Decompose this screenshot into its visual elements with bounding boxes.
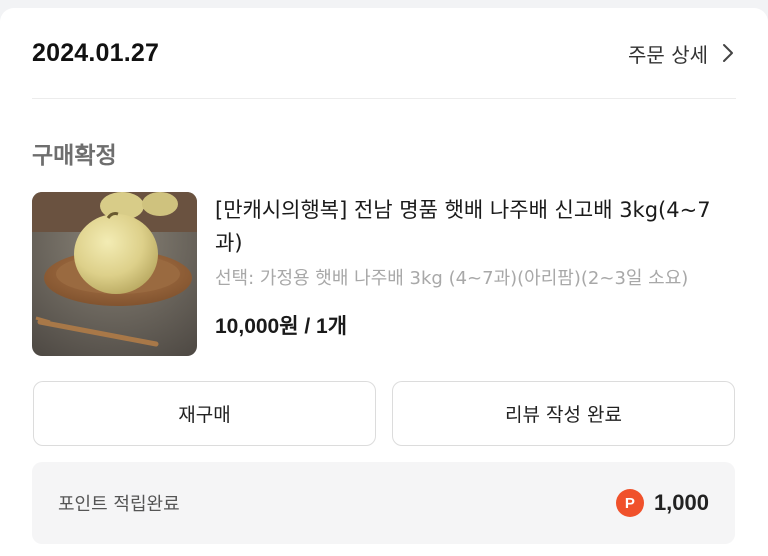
points-amount: 1,000 [653,490,709,515]
order-header: 2024.01.27 주문 상세 [32,8,736,99]
product-option: 선택: 가정용 햇배 나주배 3kg (4~7과)(아리팜)(2~3일 소요) [215,268,689,289]
pear-image-icon [32,192,197,356]
rebuy-button[interactable]: 재구매 [33,381,376,446]
product-info: [만캐시의행복] 전남 명품 햇배 나주배 신고배 3kg(4~7과) 선택: … [215,194,735,340]
order-date: 2024.01.27 [32,38,160,67]
product-title[interactable]: [만캐시의행복] 전남 명품 햇배 나주배 신고배 3kg(4~7과) [215,194,735,260]
points-value: P 1,000 [615,489,709,517]
order-card: 2024.01.27 주문 상세 구매확정 [만캐시의행복] 전남 명품 햇배 … [0,8,768,556]
order-detail-label: 주문 상세 [628,42,708,67]
product-image[interactable] [32,192,197,356]
point-icon: P [615,489,644,517]
points-box: 포인트 적립완료 P 1,000 [32,462,735,544]
order-detail-link[interactable]: 주문 상세 [628,39,736,68]
chevron-right-icon [723,44,733,62]
product-price: 10,000원 / 1개 [215,315,348,338]
points-label: 포인트 적립완료 [58,494,180,515]
order-status: 구매확정 [32,143,117,169]
review-complete-button[interactable]: 리뷰 작성 완료 [392,381,735,446]
